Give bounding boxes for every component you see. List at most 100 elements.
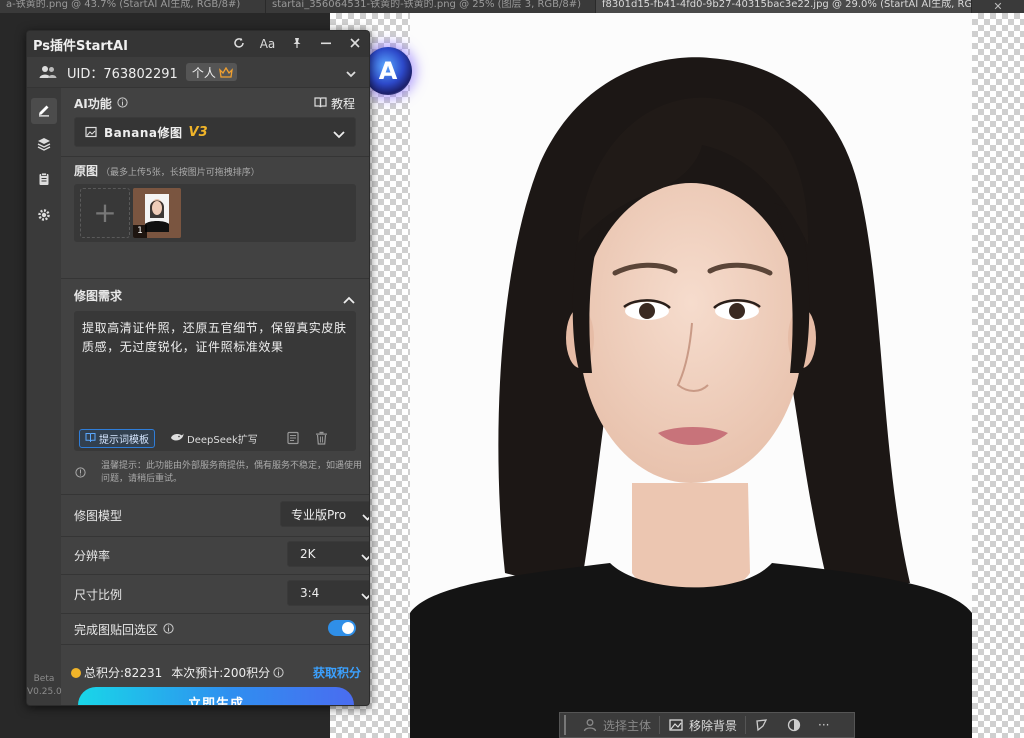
more-icon: ··· [818,718,830,732]
beta-label: Beta [33,674,55,684]
chevron-down-icon [362,510,369,524]
panel-title: Ps插件StartAI [33,38,128,54]
divider [61,494,369,495]
chevron-up-icon[interactable] [343,289,355,308]
more-options-button[interactable]: ··· [810,713,837,737]
photo-canvas[interactable] [330,13,1024,738]
select-subject-button[interactable]: 选择主体 [574,713,659,737]
pencil-icon [37,102,51,121]
font-size-button[interactable]: Aa [253,37,282,51]
model-label: 修图模型 [74,509,123,523]
deepseek-expand-button[interactable]: DeepSeek扩写 [165,429,263,448]
uid-text: UID：763802291 [67,66,178,82]
total-credits: 总积分:82231 [84,666,163,680]
trash-icon[interactable] [312,429,330,447]
nav-records[interactable] [31,167,57,193]
resolution-value: 2K [300,547,316,561]
transparency-checkerboard [972,13,1024,738]
deepseek-whale-icon [170,432,184,445]
toggle-knob [342,622,354,634]
model-select[interactable]: 专业版Pro [280,501,369,527]
paste-back-label: 完成图贴回选区 [74,623,159,637]
resolution-label: 分辨率 [74,549,111,563]
tutorial-label: 教程 [330,97,355,111]
nav-layers[interactable] [31,132,57,158]
refresh-icon[interactable] [224,37,253,52]
resolution-select[interactable]: 2K [287,541,369,567]
panel-content: AI功能 教程 Banana修图 V3 原图 （最多上传5张，长按图片可拖拽排序… [61,88,369,705]
get-credits-link[interactable]: 获取积分 [313,664,361,681]
document-tab-2[interactable]: startai_356064531-铁黄的-铁黄的.png @ 25% (图层 … [266,0,596,13]
startai-plugin-panel: Ps插件StartAI Aa UID：763802291 个人 Beta V0.… [26,30,370,706]
portrait-illustration [410,13,972,738]
document-tab-1[interactable]: a-铁黄的.png @ 43.7% (StartAI AI生成, RGB/8#) [0,0,266,13]
info-icon[interactable] [163,622,174,637]
remove-background-button[interactable]: 移除背景 [660,713,745,737]
chevron-down-icon [361,589,369,603]
layers-icon [37,136,51,155]
contrast-icon [786,717,802,733]
requirement-textarea[interactable]: 提取高清证件照，还原五官细节，保留真实皮肤质感，无过度锐化，证件照标准效果 提示… [74,311,356,451]
nav-edit[interactable] [31,98,57,124]
add-image-button[interactable]: + [80,188,130,238]
save-prompt-icon[interactable] [284,429,302,447]
users-icon [39,65,57,79]
credits-info: 总积分:82231 本次预计:200积分 [71,664,284,681]
account-type-label: 个人 [191,65,216,80]
divider [61,278,369,279]
divider [61,574,369,575]
paste-back-toggle[interactable] [328,620,356,636]
pin-icon[interactable] [282,37,311,52]
person-select-icon [582,717,598,733]
divider [61,156,369,157]
tutorial-link[interactable]: 教程 [314,95,355,112]
lasso-button[interactable] [746,713,778,737]
crown-icon [218,66,233,78]
deepseek-expand-label: DeepSeek扩写 [187,435,258,446]
thumbnail-index-badge: 1 [133,225,147,238]
minimize-icon[interactable] [311,37,340,52]
chevron-down-icon [361,550,369,564]
source-thumbnail[interactable]: 1 [133,188,181,238]
side-navigation: Beta V0.25.0 [27,88,62,705]
select-subject-label: 选择主体 [603,718,652,733]
chevron-down-icon[interactable] [345,65,357,84]
prompt-template-button[interactable]: 提示词模板 [79,429,155,448]
service-notice: 温馨提示：此功能由外部服务商提供，偶有服务不稳定，如遇使用问题，请稍后重试。 [101,461,363,484]
generate-button[interactable]: 立即生成 [78,687,354,705]
portrait-photo [410,13,972,738]
chevron-down-icon [333,128,345,142]
close-tab-icon[interactable]: ✕ [972,0,1024,13]
aspect-ratio-value: 3:4 [300,586,320,600]
lasso-icon [754,717,770,733]
estimated-cost: 本次预计:200积分 [171,666,271,680]
nav-settings[interactable] [31,203,57,229]
panel-title-bar[interactable]: Ps插件StartAI Aa [27,31,369,57]
warning-info-icon [75,463,86,482]
book-icon [314,96,327,111]
remove-background-label: 移除背景 [689,718,738,733]
account-type-badge[interactable]: 个人 [185,63,237,81]
divider [61,644,369,645]
requirement-text: 提取高清证件照，还原五官细节，保留真实皮肤质感，无过度锐化，证件照标准效果 [82,321,347,354]
info-icon[interactable] [117,96,128,111]
aspect-ratio-select[interactable]: 3:4 [287,580,369,606]
paste-back-row: 完成图贴回选区 [74,621,174,638]
function-version-badge: V3 [188,124,208,140]
document-tab-3-active[interactable]: f8301d15-fb41-4fd0-9b27-40315bac3e22.jpg… [596,0,972,13]
info-icon[interactable] [273,667,284,678]
document-tab-bar: a-铁黄的.png @ 43.7% (StartAI AI生成, RGB/8#)… [0,0,1024,13]
requirement-label: 修图需求 [74,289,123,303]
user-info-row[interactable]: UID：763802291 个人 [27,57,369,88]
remove-background-icon [668,717,684,733]
drag-handle[interactable] [564,715,574,735]
coin-icon [71,667,81,678]
close-icon[interactable] [340,37,369,52]
clipboard-icon [37,171,51,190]
ai-function-header: AI功能 [74,95,128,112]
startai-floating-logo[interactable]: A [364,47,412,95]
adjustment-button[interactable] [778,713,810,737]
ai-function-select[interactable]: Banana修图 V3 [74,117,356,147]
source-label: 原图 [74,164,99,178]
ai-function-value: Banana修图 [104,125,183,140]
